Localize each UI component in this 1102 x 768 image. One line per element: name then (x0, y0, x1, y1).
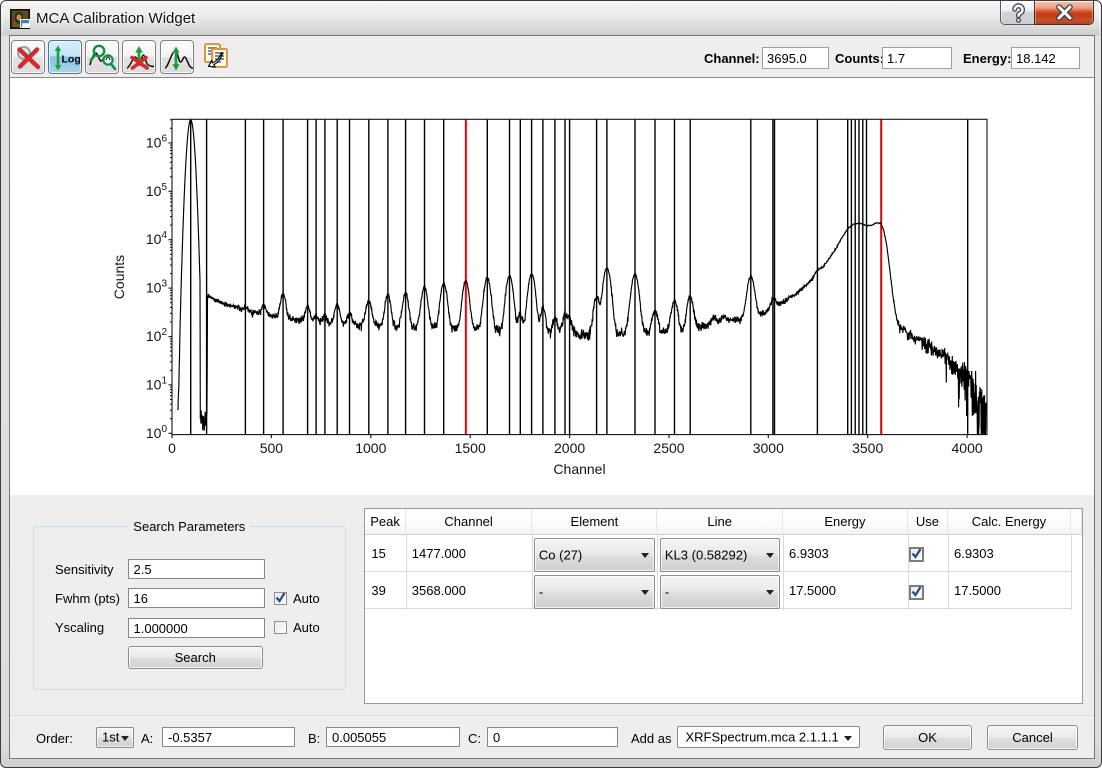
svg-text:0: 0 (168, 440, 176, 456)
svg-text:106: 106 (146, 133, 168, 150)
svg-text:101: 101 (146, 375, 168, 392)
svg-text:3000: 3000 (753, 440, 784, 456)
svg-text:Counts: Counts (111, 255, 127, 299)
svg-text:4000: 4000 (952, 440, 983, 456)
svg-text:104: 104 (146, 230, 168, 247)
svg-text:2000: 2000 (554, 440, 585, 456)
svg-text:1500: 1500 (455, 440, 486, 456)
svg-text:105: 105 (146, 182, 168, 199)
svg-text:3500: 3500 (852, 440, 883, 456)
svg-text:1000: 1000 (355, 440, 386, 456)
svg-text:100: 100 (146, 424, 168, 441)
svg-text:Channel: Channel (553, 461, 605, 477)
svg-text:103: 103 (146, 279, 168, 296)
svg-text:2500: 2500 (653, 440, 684, 456)
svg-text:102: 102 (146, 327, 168, 344)
svg-text:Log: Log (62, 54, 81, 66)
svg-text:500: 500 (260, 440, 284, 456)
